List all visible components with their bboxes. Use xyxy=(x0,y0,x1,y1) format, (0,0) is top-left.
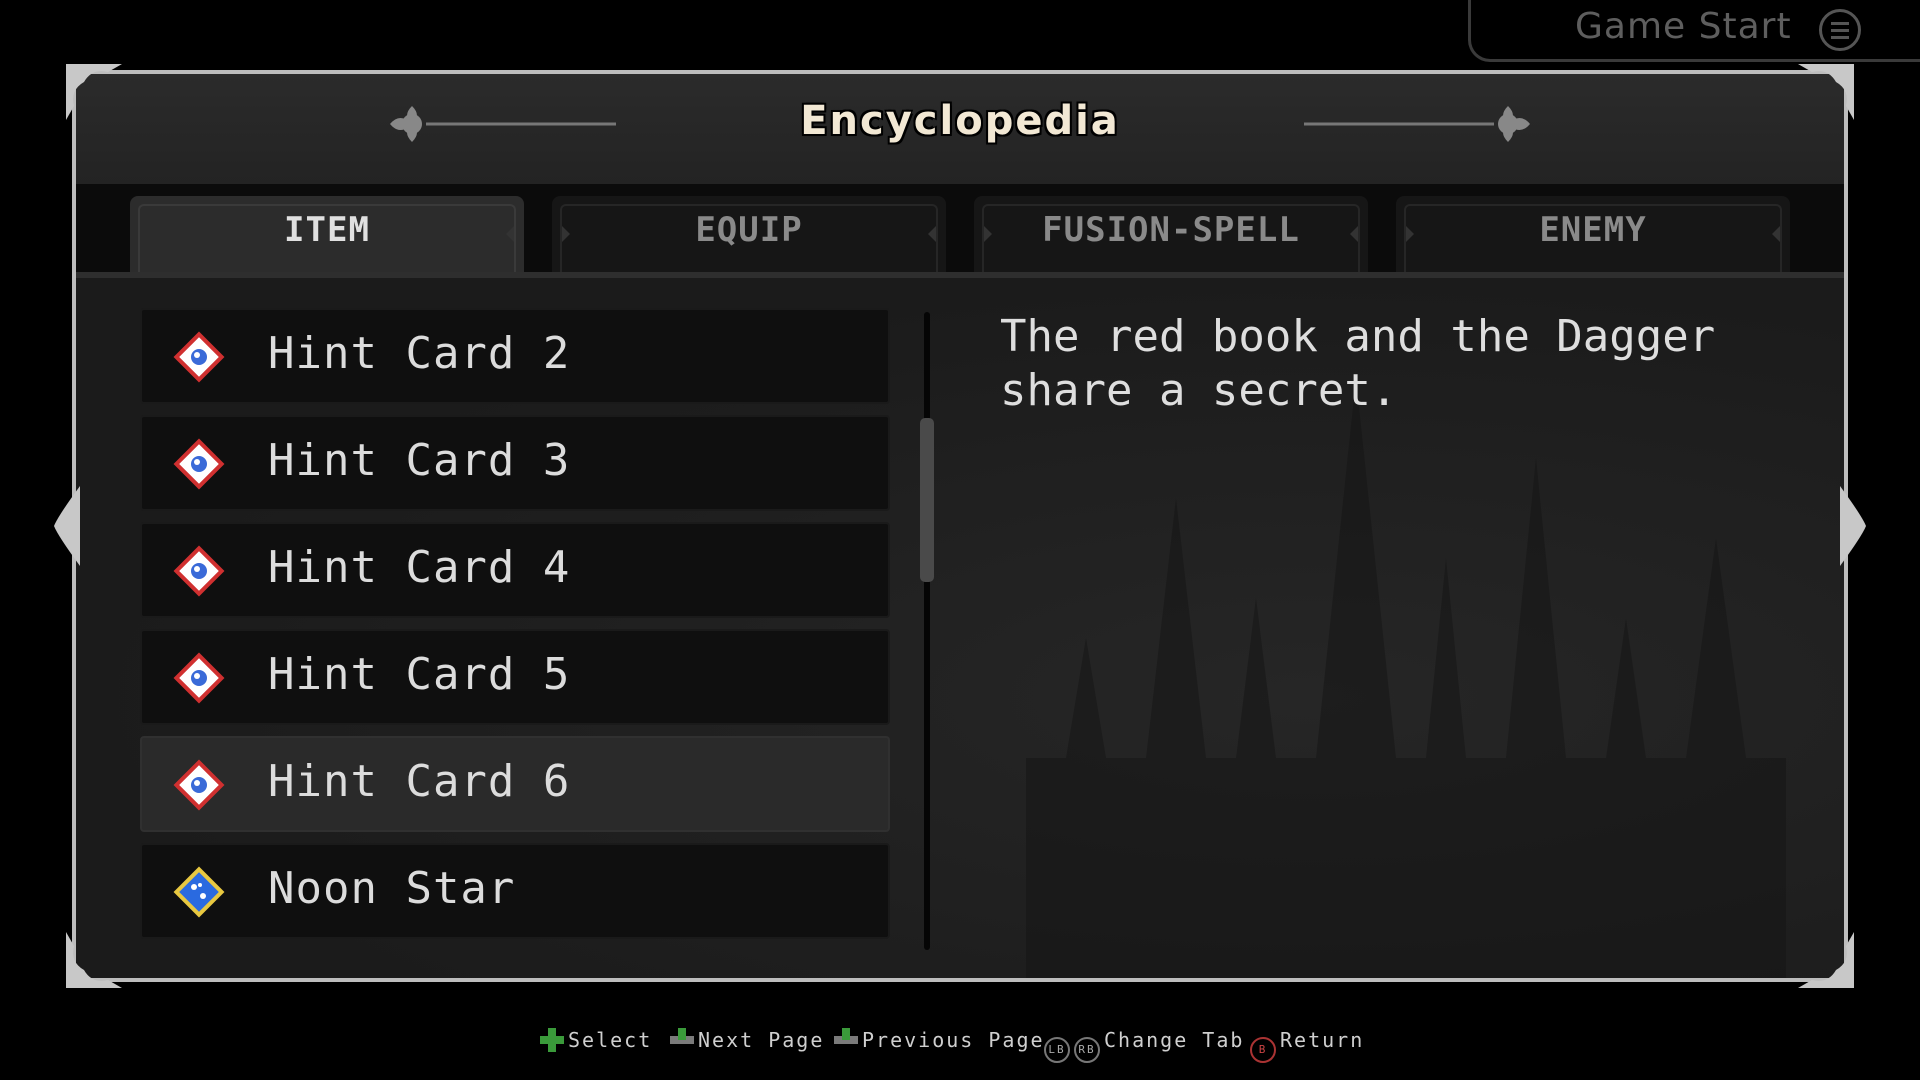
list-item-hint-card-3[interactable]: Hint Card 3 xyxy=(140,415,890,511)
item-name: Noon Star xyxy=(268,863,516,914)
encyclopedia-window: Encyclopedia ITEM EQUIP FUSION-SPELL ENE… xyxy=(72,70,1848,982)
list-item-hint-card-6[interactable]: Hint Card 6 xyxy=(140,736,890,832)
lb-button-icon: LB xyxy=(1044,1037,1070,1063)
hint-card-icon xyxy=(170,328,228,386)
b-button-icon: B xyxy=(1250,1037,1276,1063)
tab-bar: ITEM EQUIP FUSION-SPELL ENEMY xyxy=(76,184,1844,278)
tab-fusion-spell[interactable]: FUSION-SPELL xyxy=(974,196,1368,272)
star-card-icon xyxy=(170,863,228,921)
window-header: Encyclopedia xyxy=(76,74,1844,184)
dpad-icon xyxy=(540,1028,564,1052)
item-name: Hint Card 5 xyxy=(268,649,571,700)
hint-card-icon xyxy=(170,542,228,600)
hint-change-tab: LB RB Change Tab xyxy=(1044,1028,1244,1063)
rb-button-icon: RB xyxy=(1074,1037,1100,1063)
item-name: Hint Card 3 xyxy=(268,435,571,486)
tab-equip-label: EQUIP xyxy=(695,210,803,250)
list-item-hint-card-5[interactable]: Hint Card 5 xyxy=(140,629,890,725)
hint-next-page: Next Page xyxy=(670,1028,824,1052)
tab-enemy[interactable]: ENEMY xyxy=(1396,196,1790,272)
page-title: Encyclopedia xyxy=(800,98,1120,144)
right-fleur-ornament-icon xyxy=(1304,98,1544,150)
menu-icon[interactable] xyxy=(1819,9,1861,51)
list-scrollbar[interactable] xyxy=(924,312,930,950)
item-name: Hint Card 4 xyxy=(268,542,571,593)
dpad-right-icon xyxy=(670,1028,694,1052)
frame-corner-ornament-icon xyxy=(62,928,126,992)
game-start-badge[interactable]: Game Start xyxy=(1468,0,1920,62)
frame-side-ornament-icon xyxy=(54,486,80,566)
hint-return: B Return xyxy=(1250,1028,1364,1063)
hint-card-icon xyxy=(170,756,228,814)
castle-silhouette-icon xyxy=(1026,338,1786,978)
frame-corner-ornament-icon xyxy=(1794,60,1858,124)
tab-item-label: ITEM xyxy=(284,210,370,250)
list-item-noon-star[interactable]: Noon Star xyxy=(140,843,890,939)
frame-corner-ornament-icon xyxy=(62,60,126,124)
hint-select: Select xyxy=(540,1028,652,1052)
list-item-hint-card-2[interactable]: Hint Card 2 xyxy=(140,308,890,404)
tab-enemy-label: ENEMY xyxy=(1539,210,1647,250)
hint-previous-page: Previous Page xyxy=(834,1028,1045,1052)
tab-fusion-spell-label: FUSION-SPELL xyxy=(1042,210,1300,250)
item-name: Hint Card 2 xyxy=(268,328,571,379)
button-hints-bar: Select Next Page Previous Page LB RB Chang… xyxy=(0,1022,1920,1063)
dpad-left-icon xyxy=(834,1028,858,1052)
hint-card-icon xyxy=(170,435,228,493)
frame-side-ornament-icon xyxy=(1840,486,1866,566)
item-description: The red book and the Dagger share a secr… xyxy=(1000,311,1716,416)
list-scrollbar-thumb[interactable] xyxy=(920,418,934,582)
item-name: Hint Card 6 xyxy=(268,756,571,807)
tab-equip[interactable]: EQUIP xyxy=(552,196,946,272)
tab-item[interactable]: ITEM xyxy=(130,196,524,272)
frame-corner-ornament-icon xyxy=(1794,928,1858,992)
game-start-label: Game Start xyxy=(1575,6,1792,47)
content-area: Hint Card 2 Hint Card 3 Hint Card 4 Hint… xyxy=(76,278,1844,978)
hint-card-icon xyxy=(170,649,228,707)
list-item-hint-card-4[interactable]: Hint Card 4 xyxy=(140,522,890,618)
